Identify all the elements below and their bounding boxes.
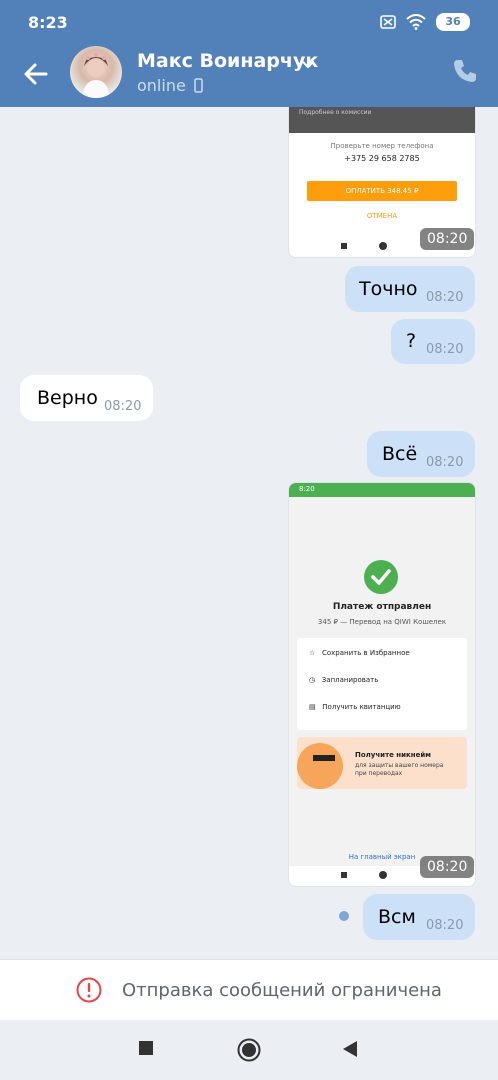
online-status: online [137, 76, 186, 95]
message-outgoing[interactable]: ? 08:20 [391, 319, 475, 364]
image-status-bar: 8:20 [289, 483, 475, 497]
message-incoming[interactable]: Верно 08:20 [20, 375, 153, 421]
image-time: 08:20 [420, 228, 475, 250]
avatar-photo [82, 53, 110, 98]
back-arrow-icon[interactable] [20, 58, 52, 90]
image-option: ▤ Получить квитанцию [309, 703, 401, 711]
message-text: Всё [382, 443, 418, 465]
status-time: 8:23 [28, 13, 68, 32]
phone-call-icon[interactable] [452, 58, 478, 84]
success-check-icon [364, 560, 398, 594]
message-time: 08:20 [104, 399, 142, 414]
message-text: ? [406, 330, 417, 352]
promo-statue-icon [297, 743, 343, 789]
status-bar: 8:23 36 [0, 0, 498, 44]
image-attachment[interactable]: 8:20 Платеж отправлен 345 ₽ — Перевод на… [288, 482, 476, 887]
recents-button-icon[interactable] [138, 1040, 154, 1056]
image-title: Платеж отправлен [332, 602, 432, 612]
restriction-text: Отправка сообщений ограничена [122, 980, 442, 1001]
image-option: ☆ Сохранить в Избранное [309, 649, 410, 657]
warning-icon [76, 977, 102, 1003]
notification-icon [380, 15, 396, 29]
message-outgoing[interactable]: Всё 08:20 [367, 431, 475, 477]
mobile-icon [194, 78, 203, 93]
status-icons: 36 [380, 13, 470, 31]
promo-text: для защиты вашего номера при переводах [355, 762, 444, 777]
message-list[interactable]: Подробнее о комиссии Проверьте номер тел… [0, 107, 498, 959]
image-phone: +375 29 658 2785 [344, 154, 420, 163]
message-time: 08:20 [426, 290, 464, 305]
message-text: Точно [359, 278, 418, 300]
unread-indicator [339, 911, 349, 921]
contact-name[interactable]: Макс Воинарчук [137, 50, 318, 72]
contact-status: online [137, 76, 203, 95]
message-outgoing[interactable]: Всм 08:20 [363, 894, 475, 940]
image-promo: Получите никнейм для защиты вашего номер… [297, 737, 467, 789]
image-status-time: 8:20 [299, 485, 315, 493]
image-pay-button: ОПЛАТИТЬ 348.45 ₽ [307, 181, 457, 201]
promo-title: Получите никнейм [355, 751, 432, 759]
chevron-down-icon[interactable] [300, 56, 316, 72]
back-button-icon[interactable] [342, 1040, 358, 1058]
wifi-icon [406, 14, 426, 30]
message-outgoing[interactable]: Точно 08:20 [345, 266, 475, 312]
restriction-banner: Отправка сообщений ограничена [0, 959, 498, 1020]
chat-header: 8:23 36 Макс Воинарчук online [0, 0, 498, 107]
image-attachment[interactable]: Подробнее о комиссии Проверьте номер тел… [288, 107, 476, 258]
home-button-icon[interactable] [237, 1038, 261, 1062]
message-time: 08:20 [426, 918, 464, 933]
image-time: 08:20 [420, 856, 475, 878]
message-time: 08:20 [426, 342, 464, 357]
image-cancel: ОТМЕНА [366, 212, 398, 220]
message-time: 08:20 [426, 455, 464, 470]
image-option: ◷ Запланировать [309, 676, 379, 684]
image-caption-top: Подробнее о комиссии [299, 109, 372, 116]
system-nav-bar [0, 1020, 498, 1080]
image-options-card: ☆ Сохранить в Избранное ◷ Запланировать … [297, 638, 467, 730]
image-subtitle: 345 ₽ — Перевод на QIWI Кошелек [317, 618, 447, 626]
message-text: Всм [378, 906, 416, 928]
image-prompt: Проверьте номер телефона [330, 142, 434, 150]
avatar[interactable] [70, 46, 122, 98]
battery-icon: 36 [436, 13, 470, 31]
message-text: Верно [37, 387, 98, 409]
